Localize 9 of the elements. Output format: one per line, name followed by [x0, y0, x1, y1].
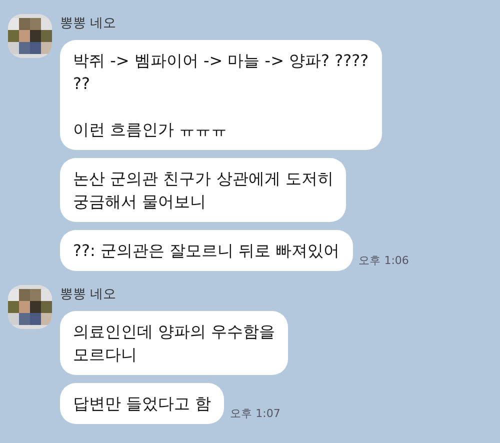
- sender-name: 뽕뽕 네오: [60, 16, 116, 32]
- message-bubble: 박쥐 -> 벰파이어 -> 마늘 -> 양파? ???? ?? 이런 흐름인가 ㅠㅠㅠ: [60, 40, 382, 150]
- message-time: 오후 1:07: [230, 406, 280, 422]
- message-time: 오후 1:06: [358, 252, 409, 268]
- sender-name: 뽕뽕 네오: [60, 287, 116, 303]
- message-bubble: 의료인인데 양파의 우수함을 모르다니: [60, 311, 288, 375]
- message-bubble: 답변만 들었다고 함: [60, 383, 224, 424]
- message-bubble: ??: 군의관은 잘모르니 뒤로 빠져있어: [60, 230, 353, 271]
- message-bubble: 논산 군의관 친구가 상관에게 도저히 궁금해서 물어보니: [60, 158, 346, 222]
